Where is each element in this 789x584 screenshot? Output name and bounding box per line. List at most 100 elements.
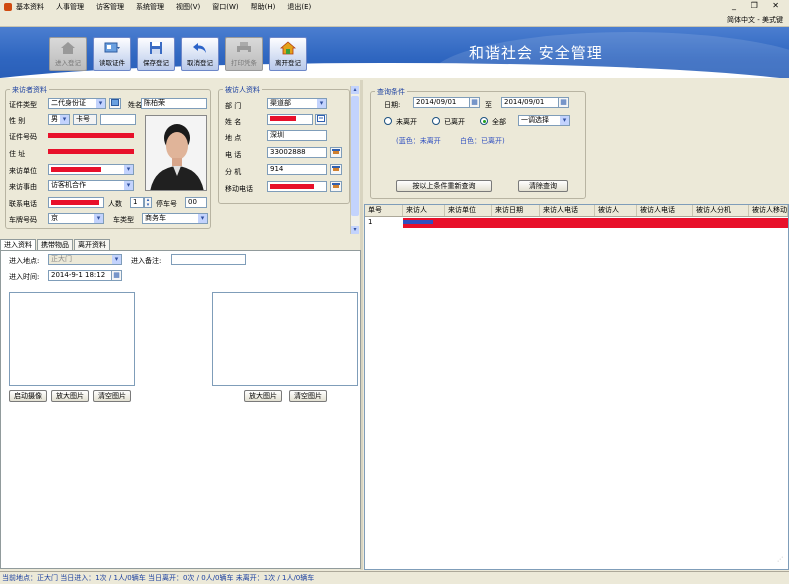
phone-icon <box>332 166 340 171</box>
card-icon <box>111 99 119 106</box>
menu-visitor[interactable]: 访客管理 <box>96 2 124 12</box>
scroll-thumb[interactable] <box>351 96 359 216</box>
contact-phone-field[interactable] <box>48 197 104 208</box>
menu-hr[interactable]: 人事管理 <box>56 2 84 12</box>
scroll-down-arrow-icon[interactable]: ▾ <box>351 226 359 234</box>
visit-reason-select[interactable]: 访客机合作 <box>48 180 134 191</box>
gender-select[interactable]: 男 <box>48 114 70 125</box>
entry-location-select[interactable]: 正大门 <box>48 254 122 265</box>
id-card-reader-button[interactable] <box>109 98 121 109</box>
col-host[interactable]: 被访人 <box>595 205 637 216</box>
scroll-up-arrow-icon[interactable]: ▴ <box>351 86 359 94</box>
list-lookup-icon <box>317 115 325 122</box>
leave-register-button[interactable]: 离开登记 <box>269 37 307 71</box>
house-exit-icon <box>280 41 296 55</box>
print-receipt-button[interactable]: 打印凭条 <box>225 37 263 71</box>
card-no-field[interactable] <box>100 114 136 125</box>
row-redacted <box>403 218 788 228</box>
plate-label: 车牌号码 <box>9 216 37 224</box>
tab-carried-items[interactable]: 携带物品 <box>37 239 73 250</box>
start-camera-button[interactable]: 启动摄像 <box>9 390 47 402</box>
portrait-image <box>146 116 206 190</box>
col-host-phone[interactable]: 被访人电话 <box>637 205 693 216</box>
entry-tab-pane: 进入地点: 正大门 进入备注: 进入时间: 2014-9-1 18:12 ▦ 启… <box>0 250 361 569</box>
host-location-label: 地 点 <box>225 134 242 142</box>
dial-phone-button[interactable] <box>330 147 342 158</box>
calendar-icon[interactable]: ▦ <box>558 97 569 108</box>
menu-basic-data[interactable]: 基本资料 <box>16 2 44 12</box>
host-mobile-field[interactable] <box>267 181 327 192</box>
visit-unit-select[interactable] <box>48 164 134 175</box>
enlarge-right-button[interactable]: 放大图片 <box>244 390 282 402</box>
id-type-select[interactable]: 二代身份证 <box>48 98 106 109</box>
radio-all-label: 全部 <box>492 118 506 126</box>
menu-window[interactable]: 窗口(W) <box>212 2 238 12</box>
id-card-icon <box>104 42 120 53</box>
calendar-icon[interactable]: ▦ <box>469 97 480 108</box>
menu-help[interactable]: 帮助(H) <box>251 2 276 12</box>
entry-location-label: 进入地点: <box>9 257 40 265</box>
enlarge-left-button[interactable]: 放大图片 <box>51 390 89 402</box>
radio-all[interactable] <box>480 117 488 125</box>
host-name-field[interactable] <box>267 114 313 125</box>
menu-system[interactable]: 系统管理 <box>136 2 164 12</box>
people-count-stepper[interactable]: ▴ ▾ <box>144 197 152 208</box>
vehicle-type-select[interactable]: 商务车 <box>142 213 208 224</box>
host-location-field[interactable]: 深圳 <box>267 130 327 141</box>
enter-register-button[interactable]: 进入登记 <box>49 37 87 71</box>
host-lookup-button[interactable] <box>315 114 327 125</box>
visit-reason-label: 来访事由 <box>9 183 37 191</box>
language-indicator[interactable]: 简体中文 - 美式键 <box>727 15 783 25</box>
entry-remark-field[interactable] <box>171 254 246 265</box>
col-order-no[interactable]: 单号 <box>365 205 403 216</box>
table-row[interactable]: 1 <box>365 218 788 228</box>
host-dept-select[interactable]: 渠道部 <box>267 98 327 109</box>
radio-not-left[interactable] <box>384 117 392 125</box>
col-host-mobile[interactable]: 被访人移动 <box>749 205 788 216</box>
host-phone-field[interactable]: 33002888 <box>267 147 327 158</box>
entry-remark-label: 进入备注: <box>131 257 162 265</box>
dial-ext-button[interactable] <box>330 164 342 175</box>
id-type-label: 证件类型 <box>9 101 37 109</box>
col-visit-unit[interactable]: 来访单位 <box>445 205 492 216</box>
menu-bar: 基本资料 人事管理 访客管理 系统管理 视图(V) 窗口(W) 帮助(H) 退出… <box>0 0 789 13</box>
cancel-register-button[interactable]: 取消登记 <box>181 37 219 71</box>
dial-mobile-button[interactable] <box>330 181 342 192</box>
requery-button[interactable]: 按以上条件重新查询 <box>396 180 492 192</box>
clear-left-button[interactable]: 清空图片 <box>93 390 131 402</box>
tab-leave-info[interactable]: 离开资料 <box>74 239 110 250</box>
contact-phone-label: 联系电话 <box>9 200 37 208</box>
calendar-icon[interactable]: ▦ <box>111 270 122 281</box>
read-id-button[interactable]: 读取证件 <box>93 37 131 71</box>
color-note-white: 白色：已离开) <box>460 137 505 145</box>
undo-arrow-icon <box>193 43 206 53</box>
resize-grip-icon[interactable]: ⋰ <box>777 556 783 563</box>
language-bar: 简体中文 - 美式键 <box>0 13 789 27</box>
menu-exit[interactable]: 退出(E) <box>287 2 311 12</box>
query-date-label: 日期: <box>384 101 401 109</box>
clear-query-button[interactable]: 清除查询 <box>518 180 568 192</box>
clear-right-button[interactable]: 清空图片 <box>289 390 327 402</box>
col-visitor-phone[interactable]: 来访人电话 <box>540 205 595 216</box>
app-system-icon[interactable] <box>4 2 12 11</box>
query-filter-select[interactable]: 一调选择 <box>518 115 570 126</box>
radio-left-label: 已离开 <box>444 118 465 126</box>
col-visit-date[interactable]: 来访日期 <box>492 205 540 216</box>
host-ext-field[interactable]: 914 <box>267 164 327 175</box>
plate-select[interactable]: 京 <box>48 213 104 224</box>
people-count-field[interactable]: 1 <box>130 197 144 208</box>
radio-left[interactable] <box>432 117 440 125</box>
id-number-redacted <box>48 133 134 138</box>
left-panel-scrollbar[interactable]: ▴ ▾ <box>350 86 359 234</box>
menu-view[interactable]: 视图(V) <box>176 2 200 12</box>
visitor-name-label: 姓名 <box>128 101 142 109</box>
visitor-name-field[interactable]: 陈柏荣 <box>141 98 207 109</box>
host-phone-label: 电 话 <box>225 151 242 159</box>
mdi-window-controls[interactable]: _ ❐ ✕ <box>732 1 785 10</box>
visit-records-grid: 单号 来访人 来访单位 来访日期 来访人电话 被访人 被访人电话 被访人分机 被… <box>364 204 789 570</box>
col-visitor[interactable]: 来访人 <box>403 205 445 216</box>
save-register-button[interactable]: 保存登记 <box>137 37 175 71</box>
parking-field[interactable]: 00 <box>185 197 207 208</box>
col-host-ext[interactable]: 被访人分机 <box>693 205 749 216</box>
printer-icon <box>237 42 251 54</box>
